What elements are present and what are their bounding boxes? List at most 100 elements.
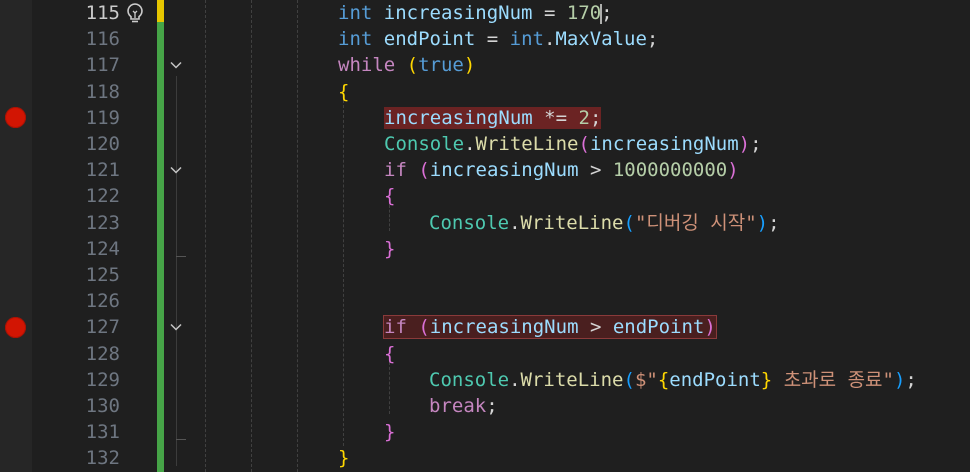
lightbulb-icon[interactable]	[124, 1, 146, 25]
code-text[interactable]: break;	[429, 393, 498, 419]
code-token: break	[429, 395, 487, 417]
code-token: }	[760, 368, 773, 391]
code-line[interactable]: 131}	[0, 419, 970, 445]
code-content: Console.WriteLine($"{endPoint} 초과로 종료");	[429, 369, 917, 391]
code-token: ;	[646, 28, 659, 51]
code-token: increasingNum	[429, 316, 579, 339]
code-token: .	[543, 28, 556, 51]
fold-end-marker	[176, 255, 186, 257]
code-token: =	[475, 28, 510, 51]
code-token: )	[756, 211, 769, 234]
chevron-down-icon[interactable]	[168, 162, 184, 178]
code-token: increasingNum	[383, 2, 533, 24]
code-text[interactable]: if (increasingNum > endPoint)	[383, 314, 717, 340]
line-number: 128	[85, 342, 120, 365]
code-token: endPoint	[612, 316, 705, 339]
code-token: (	[418, 159, 430, 182]
code-line[interactable]: 120 Console.WriteLine(increasingNum);	[0, 131, 970, 157]
code-text[interactable]: increasingNum *= 2;	[384, 105, 602, 131]
line-number: 130	[85, 395, 120, 417]
line-number: 118	[85, 80, 120, 103]
code-token: )	[738, 133, 751, 155]
code-content: Console.WriteLine("디버깅 시작");	[429, 212, 780, 234]
code-token: MaxValue	[555, 28, 647, 51]
code-text[interactable]: int endPoint = int.MaxValue;	[338, 26, 658, 52]
code-content: }	[384, 238, 395, 260]
code-token: }	[384, 421, 396, 444]
breakpoint-icon[interactable]	[5, 316, 26, 338]
code-content: {	[338, 81, 349, 103]
code-token: =	[532, 2, 567, 24]
code-token: ;	[905, 368, 917, 391]
code-token: Console	[384, 133, 465, 155]
line-number: 116	[85, 28, 120, 51]
code-content: int increasingNum = 170;	[338, 2, 613, 24]
code-text[interactable]: {	[384, 341, 395, 367]
code-line[interactable]: 118 {	[0, 79, 970, 105]
code-line[interactable]: 129 Console.WriteLine($"{endPoint} 초과로 종료…	[0, 367, 970, 393]
code-token: ;	[750, 133, 762, 155]
code-token: Console	[429, 368, 510, 391]
code-text[interactable]: {	[338, 79, 349, 105]
code-line[interactable]: 132}	[0, 445, 970, 471]
code-token: ;	[486, 395, 498, 417]
code-token: >	[578, 316, 613, 339]
line-number: 132	[85, 447, 120, 470]
code-text[interactable]: }	[384, 419, 395, 445]
code-text[interactable]: }	[338, 445, 349, 471]
code-token: endPoint	[669, 368, 761, 391]
line-number: 123	[85, 211, 120, 234]
code-line[interactable]: 115 int increasingNum = 170;	[0, 0, 970, 26]
line-number: 125	[85, 264, 120, 286]
code-token: WriteLine	[520, 211, 624, 234]
code-text[interactable]: int increasingNum = 170;	[338, 0, 613, 26]
code-token: increasingNum	[429, 159, 579, 182]
code-token: 2	[578, 106, 590, 129]
chevron-down-icon[interactable]	[168, 319, 184, 335]
code-content: break;	[429, 395, 498, 417]
code-token: .	[509, 211, 521, 234]
code-text[interactable]: Console.WriteLine(increasingNum);	[384, 131, 762, 157]
code-token: ;	[589, 106, 602, 129]
code-text[interactable]: Console.WriteLine($"{endPoint} 초과로 종료");	[429, 367, 917, 393]
code-text[interactable]: Console.WriteLine("디버깅 시작");	[429, 210, 780, 236]
code-token: .	[464, 133, 476, 155]
code-line[interactable]: 117 while (true)	[0, 52, 970, 78]
code-text[interactable]: while (true)	[338, 52, 475, 78]
breakpoint-icon[interactable]	[5, 107, 26, 129]
code-line[interactable]: 126	[0, 288, 970, 314]
code-content: int endPoint = int.MaxValue;	[338, 28, 658, 50]
code-token: }	[338, 447, 350, 470]
code-line[interactable]: 130 break;	[0, 393, 970, 419]
code-token: int	[338, 28, 373, 51]
code-editor[interactable]: 115 int increasingNum = 170; 116 int endPoi…	[0, 0, 970, 472]
code-token: int	[338, 2, 373, 24]
code-text[interactable]: }	[384, 236, 395, 262]
code-token: 초과로 종료"	[772, 368, 894, 391]
code-text[interactable]: {	[384, 183, 395, 209]
code-line[interactable]: 127 if (increasingNum > endPoint)	[0, 314, 970, 340]
code-line[interactable]: 123 Console.WriteLine("디버깅 시작");	[0, 210, 970, 236]
code-line[interactable]: 128 {	[0, 341, 970, 367]
code-token: int	[509, 28, 544, 51]
code-token: increasingNum	[589, 133, 739, 155]
code-token: 1000000000	[612, 159, 728, 182]
code-content: {	[384, 185, 395, 207]
code-line[interactable]: 116 int endPoint = int.MaxValue;	[0, 26, 970, 52]
line-number: 121	[85, 159, 120, 182]
code-token: (	[578, 133, 590, 155]
code-token: {	[657, 368, 670, 391]
code-line[interactable]: 124}	[0, 236, 970, 262]
line-number: 131	[85, 421, 120, 444]
code-text[interactable]: if (increasingNum > 1000000000)	[384, 157, 739, 183]
code-line[interactable]: 119 increasingNum *= 2;	[0, 105, 970, 131]
chevron-down-icon[interactable]	[168, 57, 184, 73]
code-token: )	[727, 159, 739, 182]
code-token: 170	[566, 2, 602, 24]
code-line[interactable]: 121 if (increasingNum > 1000000000)	[0, 157, 970, 183]
code-token: $"	[634, 368, 658, 391]
code-line[interactable]: 125	[0, 262, 970, 288]
code-token: )	[704, 316, 716, 339]
code-line[interactable]: 122 {	[0, 183, 970, 209]
